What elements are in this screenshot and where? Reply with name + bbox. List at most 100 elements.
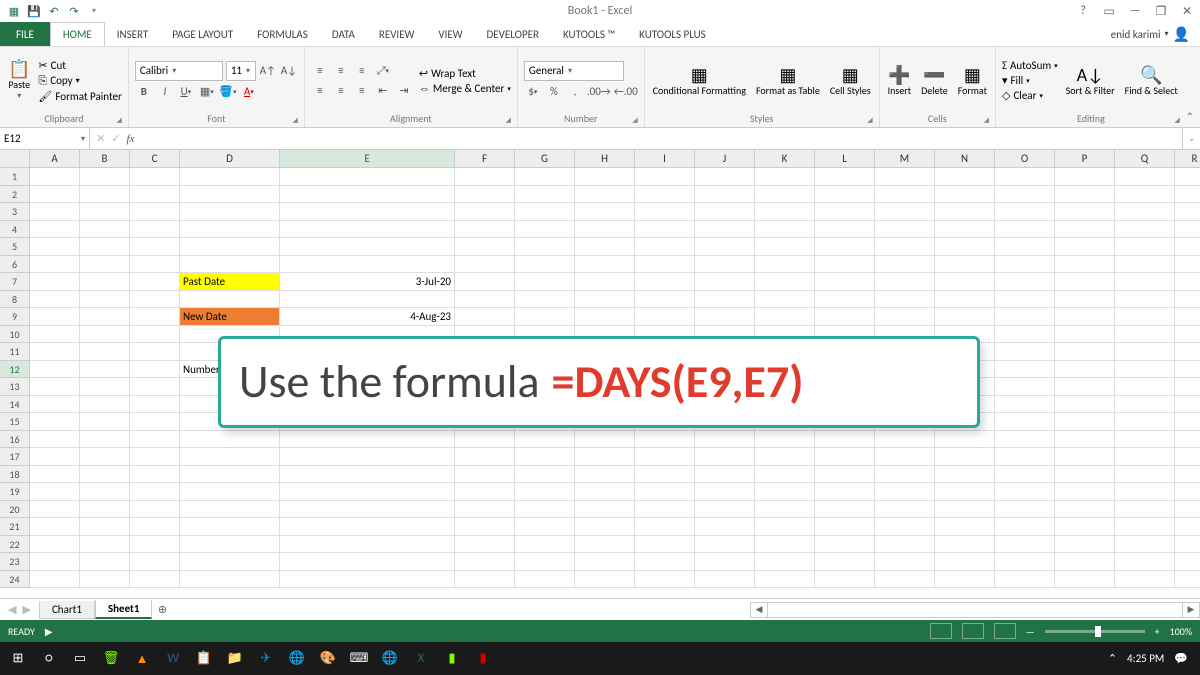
tab-kutools-plus[interactable]: KUTOOLS PLUS xyxy=(627,22,718,46)
cell-B15[interactable] xyxy=(80,413,130,431)
cell-J4[interactable] xyxy=(695,221,755,239)
cell-I7[interactable] xyxy=(635,273,695,291)
cell-L19[interactable] xyxy=(815,483,875,501)
percent-button[interactable]: % xyxy=(545,83,563,101)
taskbar-app-2[interactable]: ▲ xyxy=(128,646,156,672)
redo-icon[interactable]: ↷ xyxy=(66,3,82,19)
cell-N17[interactable] xyxy=(935,448,995,466)
cell-F3[interactable] xyxy=(455,203,515,221)
cell-F17[interactable] xyxy=(455,448,515,466)
scroll-left-button[interactable]: ◀ xyxy=(750,602,768,618)
cell-styles-button[interactable]: ▦Cell Styles xyxy=(828,51,873,110)
delete-cells-button[interactable]: ➖Delete xyxy=(919,51,950,110)
cell-J2[interactable] xyxy=(695,186,755,204)
cell-G16[interactable] xyxy=(515,431,575,449)
taskbar-app-4[interactable]: 📋 xyxy=(190,646,218,672)
cortana-button[interactable]: ○ xyxy=(35,646,63,672)
shrink-font-button[interactable]: A↓ xyxy=(280,62,298,80)
cell-P11[interactable] xyxy=(1055,343,1115,361)
cell-N22[interactable] xyxy=(935,536,995,554)
cell-O17[interactable] xyxy=(995,448,1055,466)
cell-N7[interactable] xyxy=(935,273,995,291)
cell-P17[interactable] xyxy=(1055,448,1115,466)
grow-font-button[interactable]: A↑ xyxy=(259,62,277,80)
taskbar-app-7[interactable]: 🌐 xyxy=(283,646,311,672)
col-header-Q[interactable]: Q xyxy=(1115,150,1175,168)
format-cells-button[interactable]: ▦Format xyxy=(956,51,989,110)
cell-R15[interactable] xyxy=(1175,413,1200,431)
scroll-track[interactable] xyxy=(768,602,1182,618)
cell-R4[interactable] xyxy=(1175,221,1200,239)
row-header-4[interactable]: 4 xyxy=(0,221,30,239)
cell-F23[interactable] xyxy=(455,553,515,571)
align-middle-button[interactable]: ≡ xyxy=(332,62,350,80)
cell-D6[interactable] xyxy=(180,256,280,274)
row-header-3[interactable]: 3 xyxy=(0,203,30,221)
cell-R6[interactable] xyxy=(1175,256,1200,274)
cell-R22[interactable] xyxy=(1175,536,1200,554)
cell-R14[interactable] xyxy=(1175,396,1200,414)
cell-Q14[interactable] xyxy=(1115,396,1175,414)
cell-L9[interactable] xyxy=(815,308,875,326)
cell-I2[interactable] xyxy=(635,186,695,204)
cell-R11[interactable] xyxy=(1175,343,1200,361)
cell-J6[interactable] xyxy=(695,256,755,274)
cell-G17[interactable] xyxy=(515,448,575,466)
cell-L1[interactable] xyxy=(815,168,875,186)
cell-H16[interactable] xyxy=(575,431,635,449)
cell-H4[interactable] xyxy=(575,221,635,239)
cell-I4[interactable] xyxy=(635,221,695,239)
tab-formulas[interactable]: FORMULAS xyxy=(245,22,320,46)
cell-C9[interactable] xyxy=(130,308,180,326)
cell-Q6[interactable] xyxy=(1115,256,1175,274)
cell-F22[interactable] xyxy=(455,536,515,554)
cell-I20[interactable] xyxy=(635,501,695,519)
cell-E22[interactable] xyxy=(280,536,455,554)
cell-Q1[interactable] xyxy=(1115,168,1175,186)
cell-M22[interactable] xyxy=(875,536,935,554)
cell-M9[interactable] xyxy=(875,308,935,326)
fill-color-button[interactable]: 🪣 ▾ xyxy=(219,83,237,101)
cell-L7[interactable] xyxy=(815,273,875,291)
row-header-2[interactable]: 2 xyxy=(0,186,30,204)
cell-N8[interactable] xyxy=(935,291,995,309)
normal-view-button[interactable] xyxy=(930,623,952,639)
zoom-level[interactable]: 100% xyxy=(1170,625,1192,638)
cell-P9[interactable] xyxy=(1055,308,1115,326)
cell-A8[interactable] xyxy=(30,291,80,309)
cell-A13[interactable] xyxy=(30,378,80,396)
cell-C6[interactable] xyxy=(130,256,180,274)
row-header-22[interactable]: 22 xyxy=(0,536,30,554)
cell-O9[interactable] xyxy=(995,308,1055,326)
cell-J9[interactable] xyxy=(695,308,755,326)
cell-C21[interactable] xyxy=(130,518,180,536)
cell-I19[interactable] xyxy=(635,483,695,501)
cell-R20[interactable] xyxy=(1175,501,1200,519)
cell-A12[interactable] xyxy=(30,361,80,379)
account-name[interactable]: enid karimi ▾ 👤 xyxy=(1101,22,1200,46)
macro-record-icon[interactable]: ▶ xyxy=(45,625,53,638)
cell-N5[interactable] xyxy=(935,238,995,256)
enter-formula-icon[interactable]: ✓ xyxy=(111,132,120,145)
cell-D24[interactable] xyxy=(180,571,280,589)
cell-L18[interactable] xyxy=(815,466,875,484)
cell-C20[interactable] xyxy=(130,501,180,519)
cell-M6[interactable] xyxy=(875,256,935,274)
taskbar-app-1[interactable]: 🗑 xyxy=(97,646,125,672)
cell-E20[interactable] xyxy=(280,501,455,519)
cell-Q21[interactable] xyxy=(1115,518,1175,536)
cell-B20[interactable] xyxy=(80,501,130,519)
cell-Q5[interactable] xyxy=(1115,238,1175,256)
cell-Q12[interactable] xyxy=(1115,361,1175,379)
tab-page-layout[interactable]: PAGE LAYOUT xyxy=(160,22,245,46)
cell-H8[interactable] xyxy=(575,291,635,309)
accounting-button[interactable]: $ ▾ xyxy=(524,83,542,101)
collapse-ribbon-button[interactable]: ⌃ xyxy=(1186,110,1194,123)
cell-E3[interactable] xyxy=(280,203,455,221)
cell-E8[interactable] xyxy=(280,291,455,309)
font-size-select[interactable]: 11 xyxy=(226,61,256,81)
cell-K2[interactable] xyxy=(755,186,815,204)
cell-G19[interactable] xyxy=(515,483,575,501)
column-headers[interactable]: ABCDEFGHIJKLMNOPQR xyxy=(30,150,1200,168)
cell-F5[interactable] xyxy=(455,238,515,256)
